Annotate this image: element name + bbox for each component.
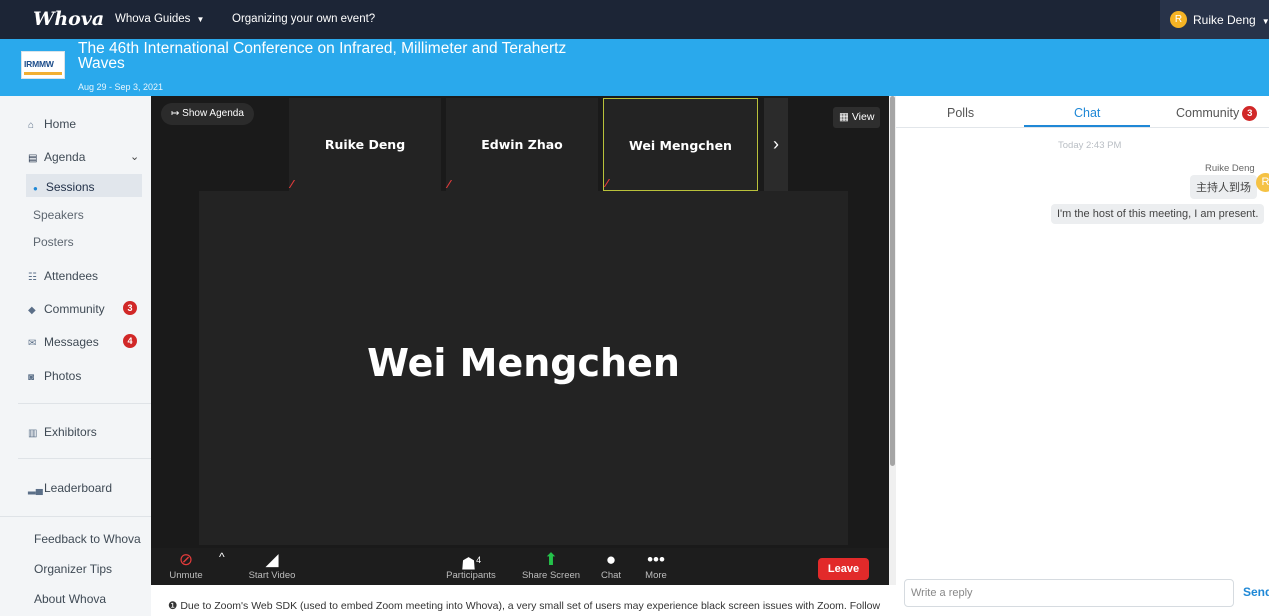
- conference-dates: Aug 29 - Sep 3, 2021: [78, 82, 164, 92]
- sidebar-item-attendees[interactable]: ☷ Attendees: [28, 269, 98, 283]
- participant-name: Edwin Zhao: [481, 137, 563, 152]
- about-whova-link[interactable]: About Whova: [34, 592, 106, 606]
- organizer-tips-link[interactable]: Organizer Tips: [34, 562, 112, 576]
- more-button[interactable]: ••• More: [626, 548, 686, 585]
- participant-name: Ruike Deng: [324, 137, 406, 152]
- user-menu[interactable]: R Ruike Deng ▼: [1160, 0, 1269, 39]
- people-icon: ☷: [28, 272, 37, 283]
- whova-logo[interactable]: Whova: [33, 8, 104, 30]
- conference-logo: IRMMW: [21, 51, 65, 79]
- sender-avatar: R: [1256, 173, 1269, 192]
- grid-icon: ▦: [839, 111, 849, 123]
- leave-button[interactable]: Leave: [818, 558, 869, 580]
- zoom-notice: ❶ Due to Zoom's Web SDK (used to embed Z…: [168, 600, 888, 612]
- calendar-icon: ▤: [28, 153, 38, 164]
- participant-tile-active[interactable]: Wei Mengchen ⁄: [603, 98, 758, 191]
- send-button[interactable]: Send: [1243, 585, 1269, 599]
- start-video-button[interactable]: ◢ Start Video: [237, 548, 307, 585]
- whova-guides-label: Whova Guides: [115, 13, 191, 25]
- whova-guides-menu[interactable]: Whova Guides ▼: [115, 13, 204, 25]
- chat-message: 主持人到场: [1190, 175, 1257, 199]
- user-name: Ruike Deng: [1193, 13, 1256, 27]
- sidebar-item-community[interactable]: ◆ Community: [28, 302, 105, 316]
- unmute-button[interactable]: ⊘ Unmute: [151, 548, 221, 585]
- notice-text: Due to Zoom's Web SDK (used to embed Zoo…: [180, 600, 881, 612]
- tab-polls[interactable]: Polls: [947, 106, 974, 120]
- chat-bubbles-icon: ◆: [28, 305, 36, 316]
- participant-tile[interactable]: Ruike Deng ⁄: [289, 98, 441, 191]
- leaderboard-icon: ▂▄: [28, 484, 43, 495]
- community-badge: 3: [123, 301, 137, 315]
- messages-badge: 4: [123, 334, 137, 348]
- sidebar-item-speakers[interactable]: Speakers: [33, 208, 84, 222]
- zoom-scrollbar[interactable]: [889, 96, 896, 585]
- conference-title: The 46th International Conference on Inf…: [78, 40, 567, 72]
- audio-options-caret-icon[interactable]: ^: [219, 550, 225, 564]
- zoom-toolbar: ⊘ Unmute ^ ◢ Start Video ☗4 Participants ⬆ S…: [151, 548, 889, 585]
- caret-down-icon: ▼: [1261, 17, 1269, 26]
- muted-mic-icon: ⁄: [606, 177, 608, 190]
- more-dots-icon: •••: [647, 550, 665, 569]
- info-icon: ❶: [168, 600, 178, 612]
- sidebar-item-home[interactable]: ⌂ Home: [28, 117, 76, 131]
- chat-message: I'm the host of this meeting, I am prese…: [1051, 204, 1265, 224]
- zoom-meeting: ↦ Show Agenda ▦ View Ruike Deng ⁄ Edwin Z…: [151, 96, 889, 585]
- tab-community[interactable]: Community 3: [1176, 106, 1258, 121]
- active-speaker-name: Wei Mengchen: [367, 341, 680, 385]
- sidebar-divider: [18, 458, 151, 459]
- sidebar-item-sessions[interactable]: ● Sessions: [33, 180, 95, 194]
- event-banner: IRMMW The 46th International Conference …: [0, 39, 1269, 96]
- sidebar-item-posters[interactable]: Posters: [33, 235, 74, 249]
- active-dot-icon: ●: [33, 184, 38, 193]
- right-panel: Polls Chat Community 3 Today 2:43 PM Ruik…: [896, 96, 1269, 616]
- sidebar: ⌂ Home ▤ Agenda ⌄ ● Sessions Speakers Poste…: [0, 96, 151, 616]
- sidebar-item-messages[interactable]: ✉ Messages: [28, 335, 99, 349]
- user-avatar: R: [1170, 11, 1187, 28]
- scrollbar-thumb[interactable]: [890, 96, 895, 466]
- feedback-link[interactable]: Feedback to Whova: [34, 532, 141, 546]
- sidebar-item-photos[interactable]: ◙ Photos: [28, 369, 81, 383]
- muted-mic-icon: ⁄: [291, 178, 293, 191]
- active-speaker-video: Wei Mengchen ⁄: [199, 191, 848, 559]
- tab-divider: [896, 127, 1269, 128]
- participants-button[interactable]: ☗4 Participants: [431, 548, 511, 585]
- tab-chat[interactable]: Chat: [1074, 106, 1100, 120]
- envelope-icon: ✉: [28, 338, 37, 349]
- arrow-right-icon: ↦: [171, 108, 180, 119]
- participants-icon: ☗4: [460, 554, 482, 574]
- top-nav-bar: Whova Whova Guides ▼ Organizing your own …: [0, 0, 1269, 39]
- sidebar-item-agenda[interactable]: ▤ Agenda: [28, 150, 85, 164]
- home-icon: ⌂: [28, 120, 35, 131]
- caret-down-icon: ▼: [196, 15, 205, 24]
- sidebar-item-exhibitors[interactable]: ▥ Exhibitors: [28, 425, 97, 439]
- next-participants-button[interactable]: ›: [764, 98, 788, 191]
- building-icon: ▥: [28, 428, 38, 439]
- chevron-right-icon: ›: [773, 134, 779, 154]
- sidebar-divider: [18, 403, 151, 404]
- muted-mic-icon: ⁄: [448, 178, 450, 191]
- view-button[interactable]: ▦ View: [833, 107, 881, 128]
- camera-icon: ◙: [28, 372, 35, 383]
- community-tab-badge: 3: [1242, 106, 1258, 121]
- show-agenda-button[interactable]: ↦ Show Agenda: [161, 103, 254, 125]
- chevron-down-icon[interactable]: ⌄: [130, 150, 139, 163]
- organizing-event-link[interactable]: Organizing your own event?: [232, 13, 375, 25]
- participant-name: Wei Mengchen: [629, 138, 732, 153]
- share-screen-icon: ⬆: [543, 550, 559, 569]
- message-sender: Ruike Deng: [1205, 163, 1255, 174]
- participant-tile[interactable]: Edwin Zhao ⁄: [446, 98, 598, 191]
- sidebar-item-leaderboard[interactable]: ▂▄Leaderboard: [28, 481, 112, 495]
- share-screen-button[interactable]: ⬆ Share Screen: [511, 548, 591, 585]
- reply-input[interactable]: [904, 579, 1234, 607]
- video-off-icon: ◢: [265, 550, 279, 569]
- sidebar-divider: [0, 516, 151, 517]
- muted-mic-icon: ⊘: [178, 550, 194, 569]
- chat-timestamp: Today 2:43 PM: [1058, 140, 1122, 151]
